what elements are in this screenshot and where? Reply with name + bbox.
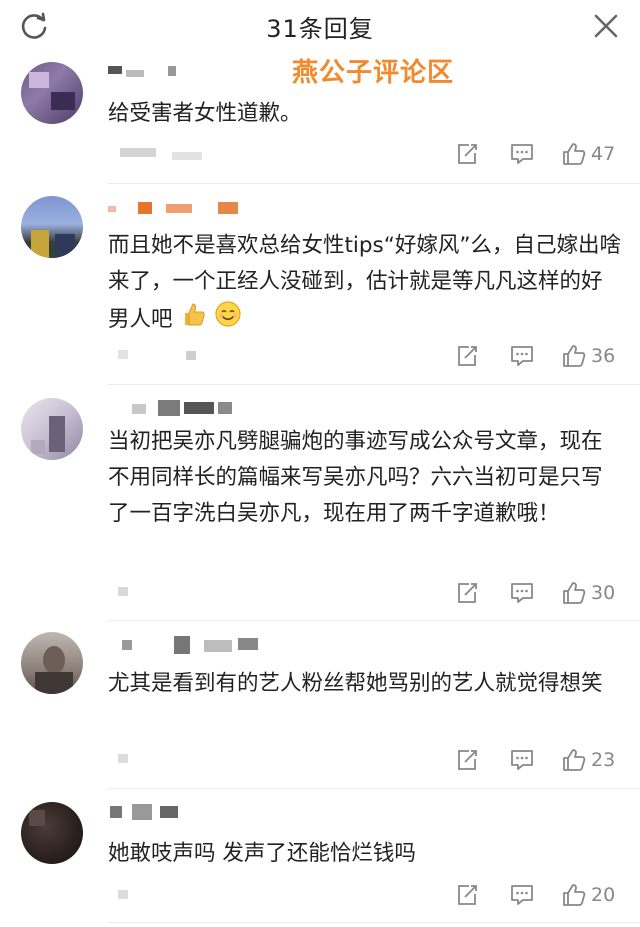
thumbs-up-emoji-icon — [179, 300, 207, 340]
like-button[interactable]: 36 — [561, 341, 615, 371]
divider — [108, 384, 640, 385]
share-icon[interactable] — [455, 578, 479, 608]
comment-text: 给受害者女性道歉。 — [108, 101, 302, 126]
comment-text: 尤其是看到有的艺人粉丝帮她骂别的艺人就觉得想笑 — [108, 671, 603, 696]
avatar[interactable] — [21, 62, 83, 124]
close-icon[interactable] — [590, 10, 622, 42]
comment-actions: 20 — [455, 880, 630, 910]
comment-text: 当初把吴亦凡劈腿骗炮的事迹写成公众号文章，现在不用同样长的篇幅来写吴亦凡吗？六六… — [108, 429, 603, 526]
share-icon[interactable] — [455, 880, 479, 910]
avatar[interactable] — [21, 632, 83, 694]
comment-text: 她敢吱声吗 发声了还能恰烂钱吗 — [108, 841, 416, 866]
avatar[interactable] — [21, 398, 83, 460]
like-count: 47 — [591, 143, 616, 165]
comment-actions: 47 — [455, 139, 630, 169]
like-button[interactable]: 47 — [561, 139, 615, 169]
like-button[interactable]: 20 — [561, 880, 615, 910]
reply-icon[interactable] — [509, 880, 535, 910]
reply-icon[interactable] — [509, 578, 535, 608]
avatar[interactable] — [21, 802, 83, 864]
divider — [108, 620, 640, 621]
thumbs-up-icon — [563, 143, 586, 165]
page-title: 31条回复 — [266, 15, 374, 43]
reply-icon[interactable] — [509, 341, 535, 371]
share-icon[interactable] — [455, 139, 479, 169]
like-count: 20 — [591, 884, 616, 906]
thumbs-up-icon — [563, 345, 586, 367]
reply-icon[interactable] — [509, 745, 535, 775]
thumbs-up-icon — [563, 582, 586, 604]
header-bar: 31条回复 — [0, 0, 640, 52]
comment-actions: 30 — [455, 578, 630, 608]
like-count: 36 — [591, 345, 616, 367]
divider — [108, 183, 640, 184]
like-count: 23 — [591, 749, 616, 771]
thumbs-up-icon — [563, 749, 586, 771]
comment-text: 而且她不是喜欢总给女性tips“好嫁风”么，自己嫁出啥来了，一个正经人没碰到，估… — [108, 228, 623, 340]
like-button[interactable]: 23 — [561, 745, 615, 775]
comment-actions: 36 — [455, 341, 630, 371]
reply-icon[interactable] — [509, 139, 535, 169]
share-icon[interactable] — [455, 341, 479, 371]
avatar[interactable] — [21, 196, 83, 258]
watermark-text: 燕公子评论区 — [292, 58, 455, 88]
thumbs-up-icon — [563, 884, 586, 906]
smile-emoji-icon — [214, 300, 242, 340]
divider — [108, 922, 640, 923]
like-button[interactable]: 30 — [561, 578, 615, 608]
comment-actions: 23 — [455, 745, 630, 775]
share-icon[interactable] — [455, 745, 479, 775]
divider — [108, 788, 640, 789]
like-count: 30 — [591, 582, 616, 604]
